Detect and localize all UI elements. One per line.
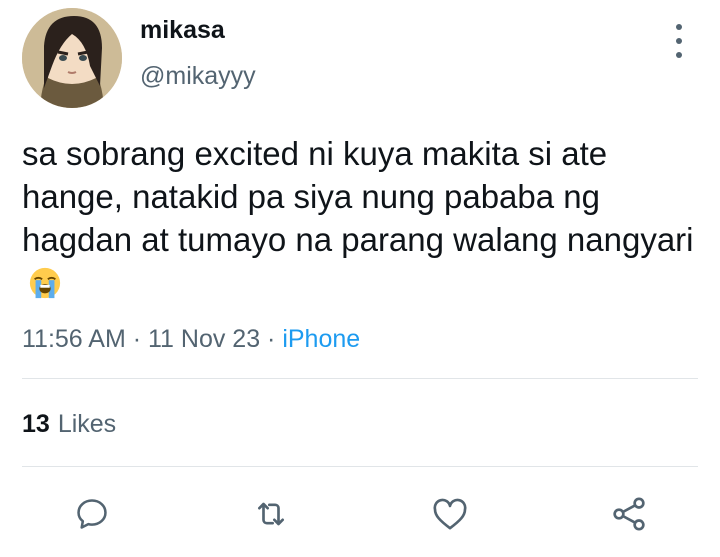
likes-count: 13 (22, 410, 50, 438)
more-dot (676, 52, 682, 58)
retweet-button[interactable] (251, 494, 291, 534)
likes-stat[interactable]: 13 Likes (22, 410, 116, 439)
divider (22, 466, 698, 467)
like-button[interactable] (430, 494, 470, 534)
avatar-image (22, 8, 122, 108)
tweet-meta: 11:56 AM · 11 Nov 23 · iPhone (22, 325, 360, 354)
divider (22, 378, 698, 379)
more-dot (676, 24, 682, 30)
display-name[interactable]: mikasa (140, 16, 225, 45)
likes-label: Likes (57, 410, 117, 438)
reply-button[interactable] (72, 494, 112, 534)
tweet-text: sa sobrang excited ni kuya makita si ate… (22, 132, 702, 304)
tweet-body: sa sobrang excited ni kuya makita si ate… (22, 135, 694, 258)
share-icon (613, 497, 645, 531)
meta-separator: · (125, 325, 148, 353)
more-options-icon[interactable] (670, 24, 688, 58)
tweet-source[interactable]: iPhone (282, 325, 360, 353)
user-handle[interactable]: @mikayyy (140, 62, 256, 91)
retweet-icon (258, 502, 284, 526)
more-dot (676, 38, 682, 44)
meta-separator: · (260, 325, 283, 353)
like-icon (433, 498, 467, 530)
tweet-date[interactable]: 11 Nov 23 (148, 325, 260, 353)
tweet-time[interactable]: 11:56 AM (22, 325, 126, 353)
avatar[interactable] (22, 8, 122, 108)
share-button[interactable] (609, 494, 649, 534)
reply-icon (77, 499, 107, 529)
loudly-crying-face-icon (29, 267, 61, 299)
